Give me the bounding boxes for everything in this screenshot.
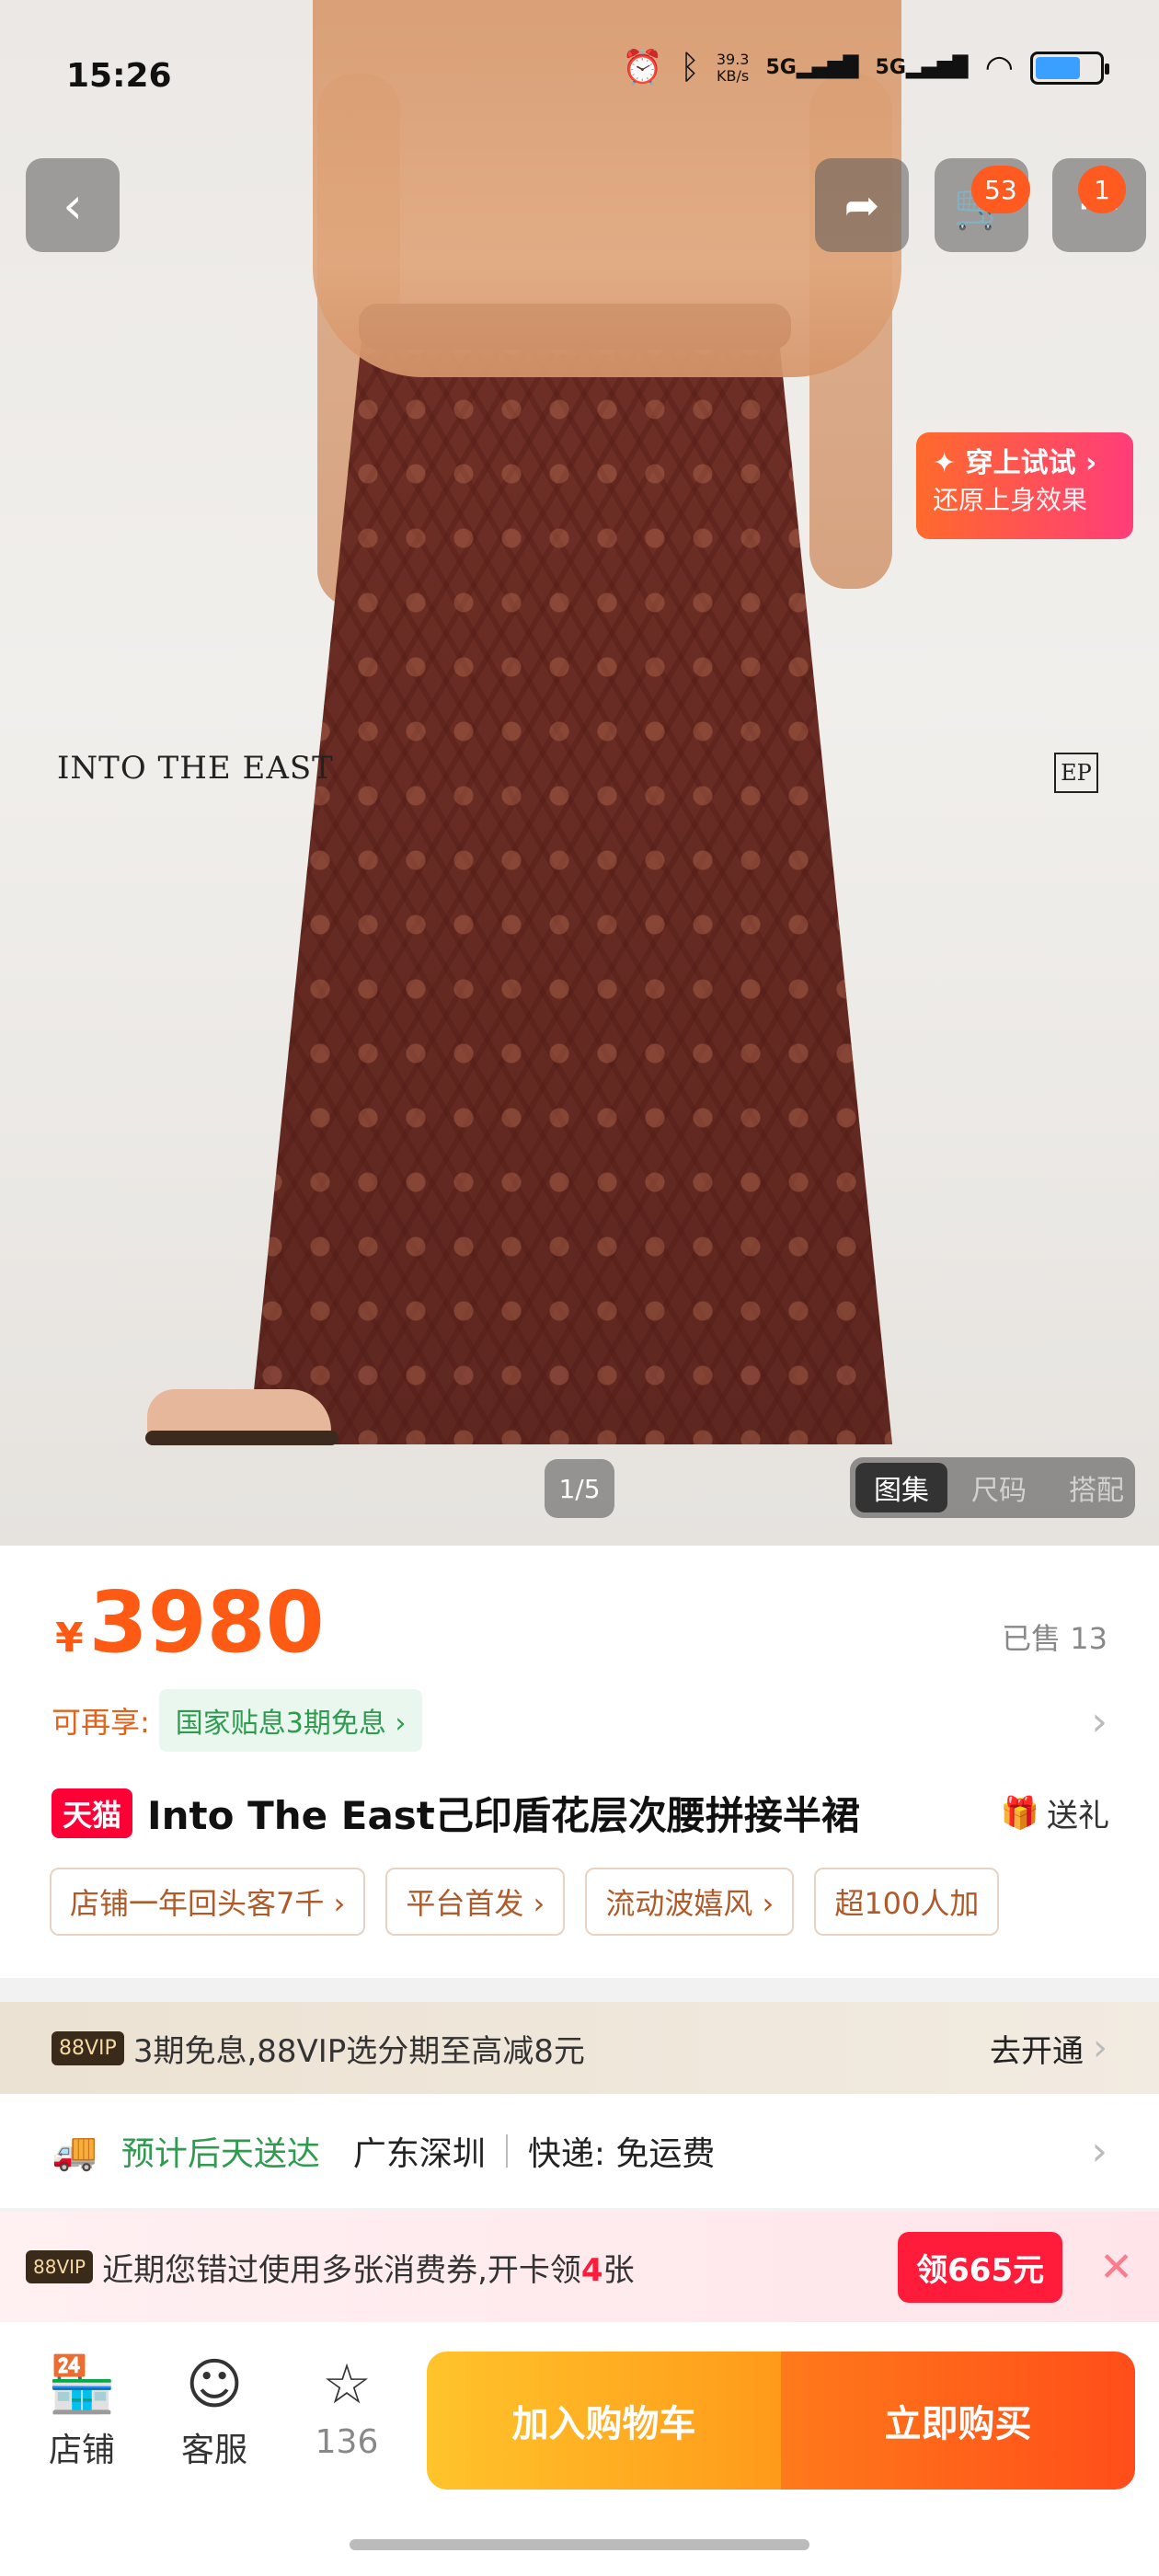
coupon-text-prefix: 近期您错过使用多张消费券,开卡领 [102,2251,581,2289]
try-on-button[interactable]: ✦ 穿上试试 › 还原上身效果 [916,432,1133,539]
gift-icon: 🎁 [1000,1794,1039,1832]
currency-symbol: ¥ [55,1615,84,1662]
close-icon[interactable]: ✕ [1099,2244,1133,2291]
tab-size[interactable]: 尺码 [953,1463,1045,1512]
network-speed-value: 39.3 [716,51,750,68]
alarm-icon: ⏰ [622,49,664,86]
gallery-tabs: 图集 尺码 搭配 [850,1457,1135,1518]
status-time: 15:26 [66,57,172,95]
battery-icon [1030,52,1109,85]
try-on-title: ✦ 穿上试试 › [933,447,1097,479]
product-tags: 店铺一年回头客7千 › 平台首发 › 流动波嬉风 › 超100人加 [50,1868,1113,1936]
sandal [145,1431,339,1445]
status-bar: 15:26 ⏰ ᛒ 39.3 KB/s 5G▂▄▆█ 5G▂▄▆█ ◠ [0,0,1159,156]
purchase-buttons: 加入购物车 立即购买 [427,2352,1135,2490]
brand-watermark: INTO THE EAST [57,750,334,787]
tag-repeat-customers[interactable]: 店铺一年回头客7千 › [50,1868,366,1936]
delivery-eta: 预计后天送达 [120,2135,320,2173]
tab-outfit[interactable]: 搭配 [1050,1463,1135,1512]
chevron-right-icon[interactable]: › [1091,1698,1107,1745]
price-value: 3980 [88,1573,325,1672]
tag-style[interactable]: 流动波嬉风 › [585,1868,795,1936]
chevron-right-icon: › [1091,2127,1107,2175]
customer-service-button[interactable]: ☺ 客服 [164,2352,265,2471]
bluetooth-icon: ᛒ [680,49,700,86]
coupon-banner: 88VIP 近期您错过使用多张消费券,开卡领4张 领665元 ✕ [0,2212,1159,2322]
tag-added-to-cart[interactable]: 超100人加 [814,1868,1000,1936]
battery-level [1036,57,1080,79]
shop-label: 店铺 [48,2432,115,2469]
product-page: INTO THE EAST EP 15:26 ⏰ ᛒ 39.3 KB/s 5G▂… [0,0,1159,2576]
delivery-location: 广东深圳 [352,2135,486,2173]
smiley-icon: ☺ [185,2352,244,2417]
coupon-text: 近期您错过使用多张消费券,开卡领4张 [102,2245,898,2290]
extra-benefit-label: 可再享: [52,1705,150,1740]
buy-now-button[interactable]: 立即购买 [781,2352,1135,2490]
image-counter: 1/5 [545,1459,614,1518]
star-icon: ☆ [322,2352,372,2417]
service-label: 客服 [180,2432,247,2469]
signal-5g-icon: 5G▂▄▆█ [765,56,859,79]
delivery-row[interactable]: 🚚 预计后天送达 广东深圳 快递: 免运费 › [0,2094,1159,2208]
product-title-row: 天猫 Into The East己印盾花层次腰拼接半裙 🎁 送礼 [52,1785,1109,1841]
chevron-right-icon: › [1093,2027,1107,2069]
share-button[interactable]: ➦ [815,158,909,252]
vip-open-link[interactable]: 去开通 [990,2026,1084,2071]
cart-count-badge: 53 [971,166,1030,213]
shipping-fee: 快递: 免运费 [527,2135,716,2173]
add-to-cart-button[interactable]: 加入购物车 [427,2352,781,2490]
price: ¥ 3980 [55,1573,325,1672]
network-speed-unit: KB/s [717,67,750,85]
tag-platform-debut[interactable]: 平台首发 › [385,1868,566,1936]
shop-icon: 🏪 [47,2352,117,2417]
try-on-subtitle: 还原上身效果 [933,485,1088,515]
favorite-count: 136 [315,2423,379,2461]
signal-5g-icon-2: 5G▂▄▆█ [875,56,969,79]
88vip-badge: 88VIP [52,2030,124,2065]
product-title: Into The East己印盾花层次腰拼接半裙 [147,1793,860,1838]
truck-icon: 🚚 [52,2130,98,2173]
brand-logo: EP [1054,753,1098,793]
wifi-icon: ◠ [984,49,1014,86]
extra-benefit-row[interactable]: 可再享: 国家贴息3期免息 › [52,1689,423,1752]
88vip-badge: 88VIP [26,2250,94,2283]
claim-coupon-button[interactable]: 领665元 [898,2231,1063,2303]
coupon-count: 4 [580,2251,603,2289]
installment-chip[interactable]: 国家贴息3期免息 › [158,1689,423,1752]
network-speed: 39.3 KB/s [717,52,750,85]
favorite-button[interactable]: ☆ 136 [296,2352,397,2461]
tmall-badge: 天猫 [52,1788,133,1838]
vip-offer-text: 3期免息,88VIP选分期至高减8元 [132,2032,585,2070]
coupon-text-suffix: 张 [602,2251,635,2289]
shop-button[interactable]: 🏪 店铺 [31,2352,132,2471]
gift-button[interactable]: 🎁 送礼 [1001,1790,1109,1835]
home-indicator[interactable] [350,2539,809,2550]
gift-label: 送礼 [1047,1798,1109,1834]
back-button[interactable]: ‹ [26,158,120,252]
vip-installment-banner[interactable]: 88VIP 3期免息,88VIP选分期至高减8元 去开通 › [0,2002,1159,2094]
tab-gallery[interactable]: 图集 [855,1463,947,1512]
message-count-badge: 1 [1078,166,1126,213]
divider [505,2134,508,2168]
sold-count: 已售 13 [1002,1621,1107,1656]
status-icons: ⏰ ᛒ 39.3 KB/s 5G▂▄▆█ 5G▂▄▆█ ◠ [622,49,1109,86]
